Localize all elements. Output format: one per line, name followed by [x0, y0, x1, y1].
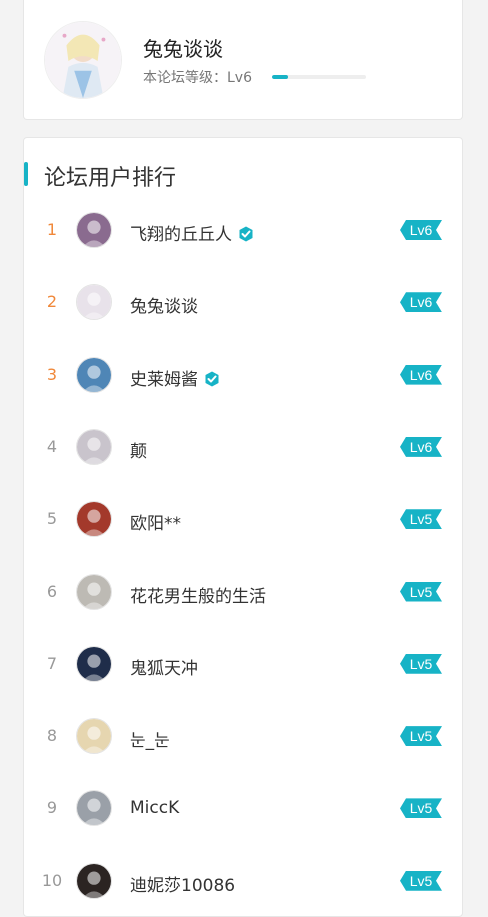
username-text: 鬼狐天冲	[130, 658, 198, 679]
user-avatar[interactable]	[76, 428, 112, 465]
profile-username[interactable]: 兔兔谈谈	[143, 33, 223, 62]
ranking-row[interactable]: 10 迪妮莎10086 Lv5	[24, 845, 462, 917]
level-progress-bar	[272, 75, 366, 79]
ranking-row[interactable]: 1 飞翔的丘丘人 Lv6	[24, 194, 462, 266]
username-text: 迪妮莎10086	[130, 875, 236, 896]
rank-number: 6	[46, 581, 58, 601]
level-badge: Lv6	[400, 292, 442, 312]
level-badge: Lv5	[400, 654, 442, 674]
ranking-row[interactable]: 6 花花男生般的生活 Lv5	[24, 556, 462, 628]
rank-number: 3	[46, 364, 58, 384]
profile-level-label: 本论坛等级：Lv6	[143, 70, 252, 86]
user-avatar[interactable]	[76, 645, 112, 682]
level-badge: Lv5	[400, 509, 442, 529]
rank-number: 4	[46, 436, 58, 456]
level-badge: Lv6	[400, 365, 442, 385]
user-avatar[interactable]	[76, 573, 112, 610]
username-text: 史莱姆酱	[130, 369, 198, 390]
rank-number: 1	[46, 220, 58, 239]
username-text: 欧阳**	[130, 514, 181, 535]
username-text: 눈_눈	[130, 731, 170, 752]
user-avatar[interactable]	[76, 501, 112, 538]
user-avatar[interactable]	[76, 790, 112, 827]
ranking-row[interactable]: 5 欧阳** Lv5	[24, 483, 462, 555]
ranking-row[interactable]: 7 鬼狐天冲 Lv5	[24, 628, 462, 700]
title-accent-bar	[24, 162, 28, 186]
rank-number: 10	[41, 870, 63, 890]
ranking-row[interactable]: 9 MiccK Lv5	[24, 772, 462, 844]
rank-number: 9	[46, 798, 58, 818]
username-link[interactable]: 飞翔的丘丘人	[130, 220, 254, 245]
username-text: 颠	[130, 441, 147, 462]
username-text: 花花男生般的生活	[130, 586, 266, 607]
profile-avatar[interactable]	[44, 21, 122, 99]
username-link[interactable]: 史莱姆酱	[130, 365, 220, 390]
username-link[interactable]: 鬼狐天冲	[130, 654, 198, 679]
user-avatar[interactable]	[76, 284, 112, 321]
username-text: 兔兔谈谈	[130, 297, 198, 318]
verified-check-icon	[204, 371, 220, 387]
level-badge: Lv6	[400, 220, 442, 240]
level-badge: Lv6	[400, 437, 442, 457]
user-ranking-card: 论坛用户排行 1 飞翔的丘丘人 Lv6 2 兔兔谈谈 Lv6 3 史莱姆酱 Lv6 4 颠 Lv6 5 欧…	[23, 137, 463, 917]
username-link[interactable]: MiccK	[130, 798, 179, 818]
rank-number: 7	[46, 653, 58, 673]
username-link[interactable]: 迪妮莎10086	[130, 871, 235, 896]
user-avatar[interactable]	[76, 718, 112, 755]
ranking-title: 论坛用户排行	[44, 166, 177, 191]
ranking-row[interactable]: 8 눈_눈 Lv5	[24, 700, 462, 772]
rank-number: 5	[46, 509, 58, 529]
rank-number: 8	[46, 726, 58, 746]
user-avatar[interactable]	[76, 212, 112, 248]
rank-number: 2	[46, 292, 58, 312]
user-avatar[interactable]	[76, 862, 112, 899]
ranking-row[interactable]: 2 兔兔谈谈 Lv6	[24, 266, 462, 338]
username-link[interactable]: 花花男生般的生活	[130, 582, 266, 607]
level-badge: Lv5	[400, 871, 442, 891]
username-link[interactable]: 눈_눈	[130, 726, 170, 751]
level-progress-fill	[272, 75, 288, 79]
username-link[interactable]: 颠	[130, 437, 147, 462]
username-link[interactable]: 兔兔谈谈	[130, 292, 198, 317]
username-link[interactable]: 欧阳**	[130, 509, 181, 534]
level-badge: Lv5	[400, 726, 442, 746]
verified-check-icon	[238, 226, 254, 242]
ranking-row[interactable]: 3 史莱姆酱 Lv6	[24, 339, 462, 411]
level-badge: Lv5	[400, 798, 442, 818]
username-text: 飞翔的丘丘人	[130, 225, 232, 245]
level-badge: Lv5	[400, 582, 442, 602]
user-profile-card: 兔兔谈谈 本论坛等级：Lv6	[23, 0, 463, 120]
username-text: MiccK	[130, 798, 180, 819]
ranking-row[interactable]: 4 颠 Lv6	[24, 411, 462, 483]
user-avatar[interactable]	[76, 356, 112, 393]
